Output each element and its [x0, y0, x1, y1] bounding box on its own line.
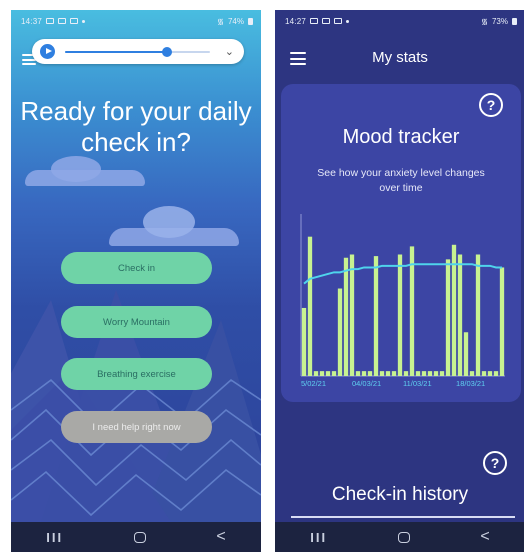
chart-bar — [319, 371, 325, 376]
app-header: My stats — [275, 32, 524, 82]
audio-seek-bar[interactable] — [65, 46, 210, 57]
back-button[interactable]: < — [480, 528, 489, 546]
chart-x-tick-label: 5/02/21 — [301, 379, 326, 388]
chart-bar — [469, 371, 475, 376]
chart-bar — [331, 371, 337, 376]
chart-bar — [481, 371, 487, 376]
status-time: 14:27 — [285, 16, 307, 26]
chart-bar — [385, 371, 391, 376]
chart-x-tick-label: 11/03/21 — [403, 379, 432, 388]
chart-bar — [463, 332, 469, 376]
mountain-illustration — [11, 290, 261, 522]
audio-player: ⌄ — [32, 39, 244, 64]
chart-bar — [475, 254, 481, 376]
recent-apps-button[interactable]: III — [46, 530, 63, 545]
battery-icon — [512, 17, 517, 25]
breathing-exercise-button[interactable]: Breathing exercise — [61, 358, 212, 390]
chart-bar — [421, 371, 427, 376]
chart-bar — [409, 246, 415, 376]
mood-chart: 5/02/21 04/03/21 11/03/21 18/03/21 — [300, 214, 505, 388]
chart-bar — [415, 371, 421, 376]
cloud-decoration — [51, 156, 101, 182]
history-divider — [291, 516, 515, 518]
audio-seek-handle[interactable] — [161, 46, 172, 57]
chart-bar — [445, 259, 451, 376]
status-time: 14:37 — [21, 16, 43, 26]
message-notification-icon — [58, 18, 67, 24]
header-title: My stats — [372, 49, 428, 66]
history-title: Check-in history — [331, 484, 469, 505]
chart-bar — [391, 371, 397, 376]
chart-bar — [499, 267, 505, 376]
chart-bar — [427, 371, 433, 376]
chart-x-tick-label: 04/03/21 — [352, 379, 381, 388]
audio-progress-fill — [65, 50, 167, 53]
chart-bar — [361, 371, 367, 376]
back-button[interactable]: < — [216, 528, 225, 546]
wifi-signal-icon: ᯾ — [217, 16, 224, 26]
chart-x-tick-label: 18/03/21 — [456, 379, 485, 388]
status-bar: 14:37 ᯾ 74% — [11, 10, 261, 32]
battery-percent: 73% — [491, 16, 508, 26]
status-bar: 14:27 ᯾ 73% — [275, 10, 524, 32]
gallery-notification-icon — [310, 18, 319, 24]
wifi-signal-icon: ᯾ — [481, 16, 488, 26]
message-notification-icon — [322, 18, 331, 24]
help-icon[interactable]: ? — [483, 451, 507, 475]
video-notification-icon — [334, 18, 343, 24]
chart-bar — [433, 371, 439, 376]
chart-bar — [367, 371, 373, 376]
chart-bar — [397, 254, 403, 376]
chart-bar — [493, 371, 499, 376]
chevron-down-icon[interactable]: ⌄ — [225, 45, 234, 58]
chart-bar — [355, 371, 361, 376]
home-button[interactable] — [397, 531, 410, 543]
system-nav-bar: III < — [275, 522, 524, 552]
need-help-button[interactable]: I need help right now — [61, 411, 212, 443]
more-notifications-icon — [82, 19, 86, 23]
recent-apps-button[interactable]: III — [310, 530, 327, 545]
check-in-button[interactable]: Check in — [61, 252, 212, 284]
play-icon[interactable] — [40, 44, 55, 59]
battery-percent: 74% — [227, 16, 244, 26]
more-notifications-icon — [346, 19, 350, 23]
chart-bar — [373, 256, 379, 376]
chart-bar — [439, 371, 445, 376]
system-nav-bar: III < — [11, 522, 261, 552]
worry-mountain-button[interactable]: Worry Mountain — [61, 306, 212, 338]
chart-bar — [307, 236, 313, 376]
chart-bar — [337, 288, 343, 376]
page-title: Ready for your daily check in? — [20, 96, 252, 157]
chart-bar — [457, 254, 463, 376]
cloud-decoration — [143, 206, 195, 238]
chart-bar — [403, 371, 409, 376]
chart-bar — [349, 254, 355, 376]
home-button[interactable] — [133, 531, 146, 543]
chart-bar — [343, 257, 349, 376]
check-in-screen: 14:37 ᯾ 74% ⌄ Ready for your daily check… — [11, 10, 261, 552]
chart-bar — [379, 371, 385, 376]
gallery-notification-icon — [46, 18, 55, 24]
chart-trend-line — [303, 263, 502, 285]
chart-bar — [487, 371, 493, 376]
battery-icon — [248, 17, 253, 25]
mood-tracker-card: ? Mood tracker See how your anxiety leve… — [281, 84, 521, 402]
chart-bar — [325, 371, 331, 376]
chart-bar — [313, 371, 319, 376]
chart-bar — [301, 307, 307, 376]
my-stats-screen: 14:27 ᯾ 73% My stats ? Mood tracker See … — [275, 10, 524, 552]
video-notification-icon — [70, 18, 79, 24]
